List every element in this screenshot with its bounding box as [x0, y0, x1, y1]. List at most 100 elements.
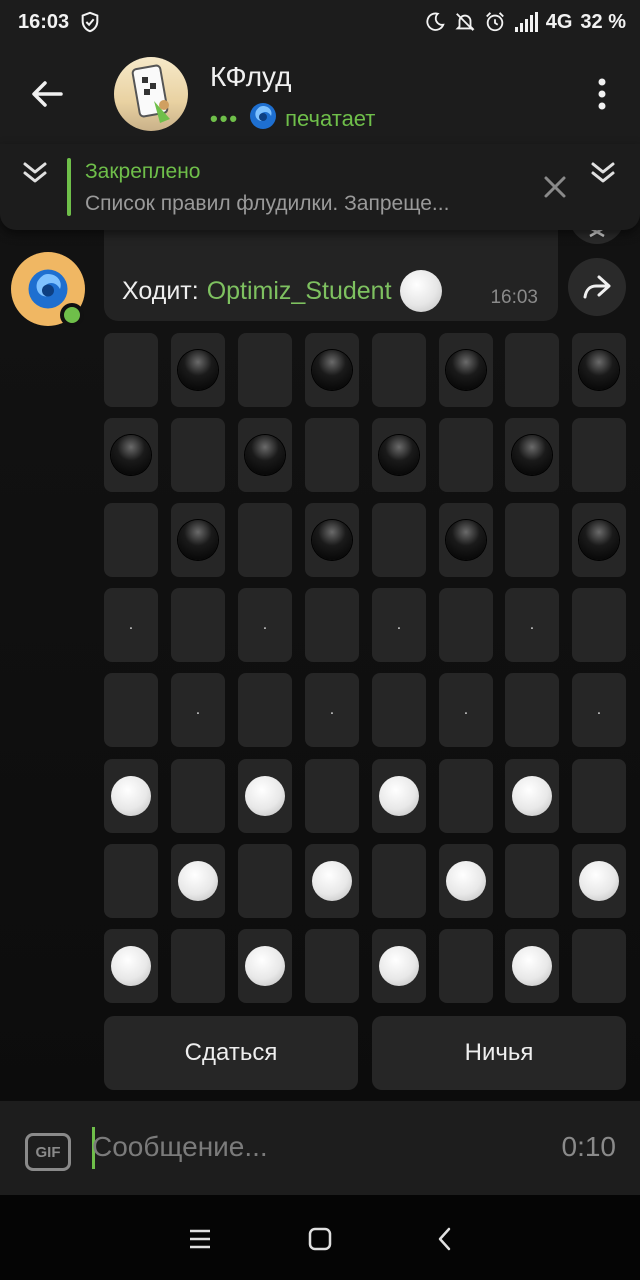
nav-back-button[interactable]	[424, 1219, 464, 1259]
board-cell[interactable]	[572, 418, 626, 492]
message-input[interactable]	[92, 1123, 532, 1171]
more-menu-button[interactable]	[586, 70, 618, 118]
message-input-bar: GIF 0:10	[0, 1101, 640, 1195]
board-cell[interactable]	[439, 333, 493, 407]
arrow-left-icon	[32, 81, 63, 107]
board-cell[interactable]	[572, 844, 626, 918]
board-cell[interactable]	[572, 588, 626, 662]
board-cell[interactable]	[104, 333, 158, 407]
board-cell[interactable]	[572, 503, 626, 577]
pinned-message-bar[interactable]: Закреплено Список правил флудилки. Запре…	[0, 144, 640, 230]
board-cell[interactable]	[439, 929, 493, 1003]
board-cell[interactable]	[238, 418, 292, 492]
board-cell[interactable]	[238, 759, 292, 833]
board-cell[interactable]	[372, 673, 426, 747]
white-stone	[312, 861, 352, 901]
white-stone	[245, 776, 285, 816]
board-cell[interactable]	[104, 759, 158, 833]
board-cell[interactable]	[372, 333, 426, 407]
board-cell[interactable]: .	[505, 588, 559, 662]
board-cell[interactable]: .	[238, 588, 292, 662]
board-cell[interactable]	[439, 503, 493, 577]
board-cell[interactable]	[171, 929, 225, 1003]
board-cell[interactable]: .	[171, 673, 225, 747]
black-stone	[579, 520, 619, 560]
surrender-button[interactable]: Сдаться	[104, 1016, 358, 1090]
board-cell[interactable]	[372, 759, 426, 833]
pinned-title: Закреплено	[85, 160, 201, 183]
moon-icon	[424, 11, 446, 33]
board-cell[interactable]	[104, 929, 158, 1003]
board-cell[interactable]	[305, 929, 359, 1003]
board-cell[interactable]	[104, 503, 158, 577]
gif-button[interactable]: GIF	[25, 1133, 71, 1171]
turn-player-name[interactable]: Optimiz_Student	[207, 277, 392, 306]
white-stone	[111, 946, 151, 986]
board-cell[interactable]	[505, 759, 559, 833]
draw-button[interactable]: Ничья	[372, 1016, 626, 1090]
board-cell[interactable]	[238, 844, 292, 918]
board-cell[interactable]	[305, 333, 359, 407]
board-cell[interactable]	[238, 333, 292, 407]
board-cell[interactable]	[104, 418, 158, 492]
pinned-close-button[interactable]	[540, 172, 570, 202]
empty-cell-dot: .	[195, 701, 201, 718]
board-cell[interactable]: .	[572, 673, 626, 747]
board-cell[interactable]	[305, 418, 359, 492]
board-cell[interactable]	[572, 333, 626, 407]
turn-label: Ходит:	[122, 276, 199, 305]
recent-apps-button[interactable]	[180, 1219, 220, 1259]
board-cell[interactable]	[505, 673, 559, 747]
board-cell[interactable]	[171, 418, 225, 492]
board-cell[interactable]: .	[104, 588, 158, 662]
message-time: 16:03	[490, 287, 538, 308]
board-cell[interactable]	[372, 929, 426, 1003]
board-cell[interactable]	[505, 333, 559, 407]
black-stone	[446, 350, 486, 390]
board-cell[interactable]	[171, 503, 225, 577]
white-stone	[379, 946, 419, 986]
board-cell[interactable]	[372, 418, 426, 492]
board-cell[interactable]	[171, 588, 225, 662]
board-cell[interactable]	[238, 929, 292, 1003]
board-cell[interactable]	[238, 503, 292, 577]
board-cell[interactable]	[104, 673, 158, 747]
board-cell[interactable]: .	[439, 673, 493, 747]
board-cell[interactable]	[439, 588, 493, 662]
swirl-logo-icon	[28, 269, 68, 309]
board-cell[interactable]: .	[372, 588, 426, 662]
board-cell[interactable]	[505, 503, 559, 577]
board-cell[interactable]	[505, 844, 559, 918]
black-stone	[178, 350, 218, 390]
board-cell[interactable]	[505, 929, 559, 1003]
board-cell[interactable]	[171, 759, 225, 833]
board-cell[interactable]	[372, 503, 426, 577]
board-cell[interactable]	[505, 418, 559, 492]
board-cell[interactable]	[305, 759, 359, 833]
typing-dots: •••	[210, 106, 240, 131]
board-cell[interactable]	[238, 673, 292, 747]
chevrons-down-icon[interactable]	[588, 158, 618, 193]
board-cell[interactable]	[171, 333, 225, 407]
board-cell[interactable]	[439, 759, 493, 833]
board-cell[interactable]	[104, 844, 158, 918]
bell-off-icon	[454, 11, 476, 33]
empty-cell-dot: .	[463, 701, 469, 718]
board-cell[interactable]	[572, 759, 626, 833]
board-cell[interactable]	[439, 418, 493, 492]
board-cell[interactable]	[171, 844, 225, 918]
board-cell[interactable]	[372, 844, 426, 918]
board-cell[interactable]	[572, 929, 626, 1003]
board-cell[interactable]	[305, 503, 359, 577]
home-button[interactable]	[300, 1219, 340, 1259]
forward-arrow-icon	[583, 275, 611, 299]
chevrons-down-icon[interactable]	[20, 158, 50, 193]
board-cell[interactable]: .	[305, 673, 359, 747]
board-cell[interactable]	[305, 588, 359, 662]
board-cell[interactable]	[439, 844, 493, 918]
chat-avatar[interactable]	[114, 57, 188, 131]
empty-cell-dot: .	[596, 701, 602, 718]
board-cell[interactable]	[305, 844, 359, 918]
share-button[interactable]	[568, 258, 626, 316]
back-button[interactable]	[22, 72, 72, 116]
